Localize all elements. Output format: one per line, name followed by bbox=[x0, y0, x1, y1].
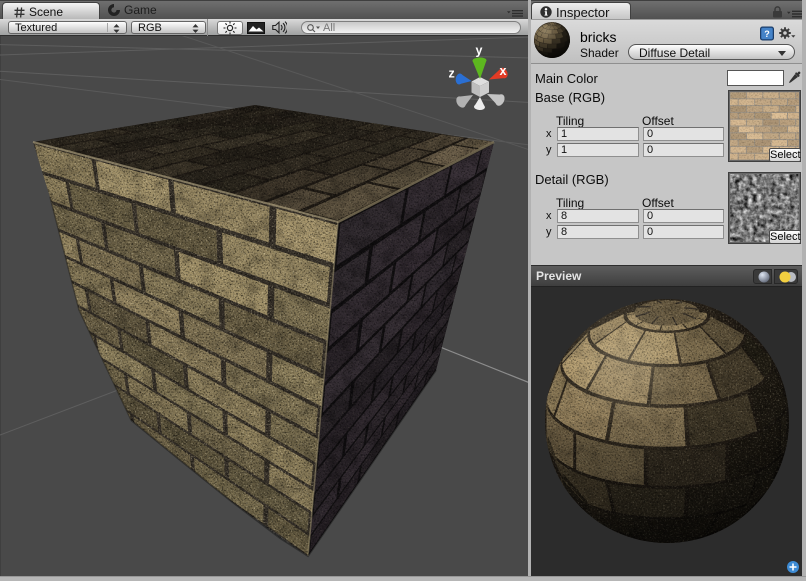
svg-text:x: x bbox=[500, 64, 507, 78]
svg-text:?: ? bbox=[764, 29, 770, 39]
svg-text:y: y bbox=[476, 44, 483, 58]
svg-text:z: z bbox=[449, 67, 455, 81]
